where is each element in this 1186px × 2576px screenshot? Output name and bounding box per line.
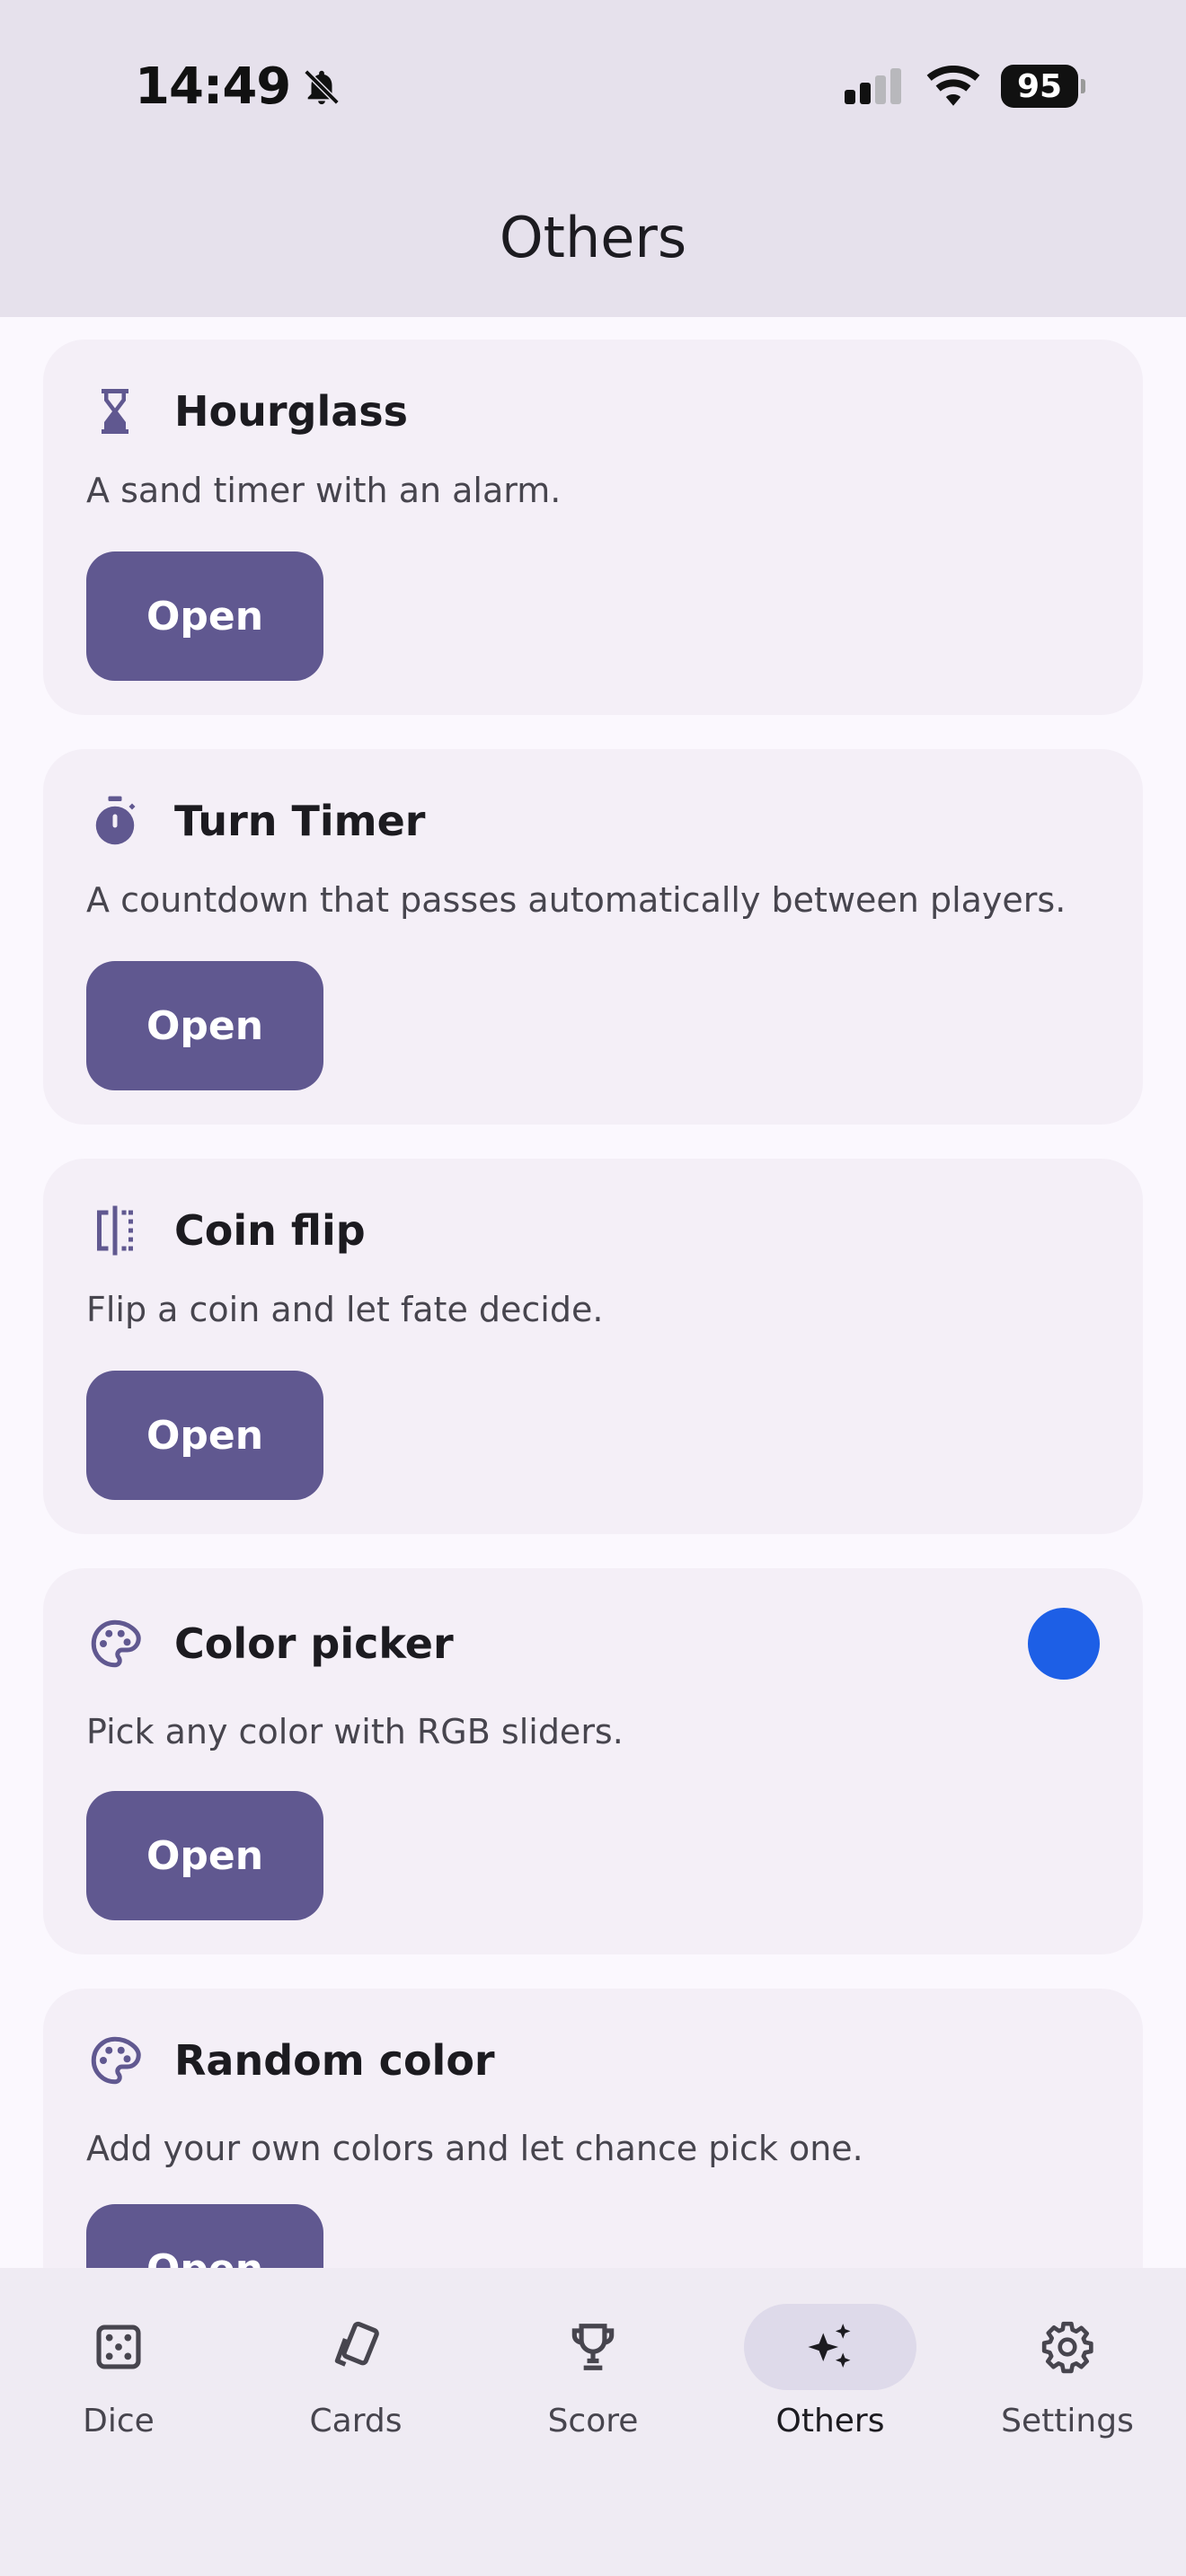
- card-description: Flip a coin and let fate decide.: [86, 1290, 604, 1329]
- random-color-card: Random color Add your own colors and let…: [43, 1989, 1143, 2268]
- tools-list[interactable]: Hourglass A sand timer with an alarm. Op…: [0, 317, 1186, 2268]
- nav-label: Score: [547, 2403, 639, 2439]
- card-title: Coin flip: [174, 1206, 366, 1255]
- card-description: Add your own colors and let chance pick …: [86, 2129, 863, 2168]
- nav-label: Others: [775, 2403, 885, 2439]
- bell-off-icon: [304, 68, 340, 105]
- nav-label: Dice: [83, 2403, 155, 2439]
- status-icons: 95: [843, 65, 1085, 108]
- bottom-navigation: Dice Cards Score Others Settings: [0, 2268, 1186, 2576]
- nav-item-cards[interactable]: Cards: [237, 2304, 474, 2475]
- hourglass-icon: [86, 383, 144, 440]
- battery-level: 95: [1016, 67, 1063, 105]
- card-description: A sand timer with an alarm.: [86, 471, 562, 510]
- nav-icon-container: [507, 2304, 679, 2390]
- top-app-bar: 14:49 95 Others: [0, 0, 1186, 317]
- card-title: Color picker: [174, 1619, 454, 1668]
- nav-label: Settings: [1001, 2403, 1134, 2439]
- color-picker-card: Color picker Pick any color with RGB sli…: [43, 1568, 1143, 1954]
- coin-flip-icon: [86, 1202, 144, 1259]
- signal-icon: [845, 68, 901, 104]
- battery-indicator: 95: [1001, 65, 1085, 108]
- card-title: Turn Timer: [174, 797, 426, 845]
- nav-icon-container: [270, 2304, 442, 2390]
- card-description: Pick any color with RGB sliders.: [86, 1712, 624, 1751]
- cards-icon: [334, 2321, 379, 2367]
- turn-timer-card: Turn Timer A countdown that passes autom…: [43, 749, 1143, 1125]
- card-header: Random color: [86, 2032, 495, 2089]
- gear-icon: [1041, 2321, 1093, 2374]
- open-color-picker-button[interactable]: Open: [86, 1791, 323, 1920]
- card-header: Hourglass: [86, 383, 408, 440]
- nav-item-dice[interactable]: Dice: [0, 2304, 237, 2475]
- nav-active-indicator: [744, 2304, 916, 2390]
- page-title: Others: [499, 205, 687, 270]
- nav-icon-container: [981, 2304, 1154, 2390]
- card-header: Turn Timer: [86, 792, 425, 850]
- selected-color-swatch: [1028, 1608, 1100, 1680]
- card-header: Color picker: [86, 1615, 454, 1672]
- sparkles-icon: [808, 2324, 851, 2368]
- card-title: Hourglass: [174, 387, 409, 436]
- card-header: Coin flip: [86, 1202, 366, 1259]
- hourglass-card: Hourglass A sand timer with an alarm. Op…: [43, 340, 1143, 715]
- open-hourglass-button[interactable]: Open: [86, 551, 323, 681]
- coin-flip-card: Coin flip Flip a coin and let fate decid…: [43, 1159, 1143, 1534]
- nav-label: Cards: [309, 2403, 403, 2439]
- nav-item-others[interactable]: Others: [712, 2304, 949, 2475]
- wifi-icon: [926, 66, 980, 106]
- nav-item-score[interactable]: Score: [474, 2304, 712, 2475]
- card-description: A countdown that passes automatically be…: [86, 880, 1067, 920]
- palette-icon: [86, 2032, 144, 2089]
- screen: 14:49 95 Others Hourglass A sand timer w…: [0, 0, 1186, 2576]
- trophy-icon: [571, 2324, 615, 2370]
- card-title: Random color: [174, 2036, 495, 2085]
- open-turn-timer-button[interactable]: Open: [86, 961, 323, 1090]
- stopwatch-icon: [86, 792, 144, 850]
- nav-icon-container: [32, 2304, 205, 2390]
- palette-icon: [86, 1615, 144, 1672]
- open-coin-flip-button[interactable]: Open: [86, 1371, 323, 1500]
- nav-item-settings[interactable]: Settings: [949, 2304, 1186, 2475]
- dice-icon: [96, 2325, 141, 2369]
- clock-text: 14:49: [135, 57, 291, 116]
- open-random-color-button[interactable]: Open: [86, 2204, 323, 2268]
- status-time: 14:49: [135, 57, 342, 116]
